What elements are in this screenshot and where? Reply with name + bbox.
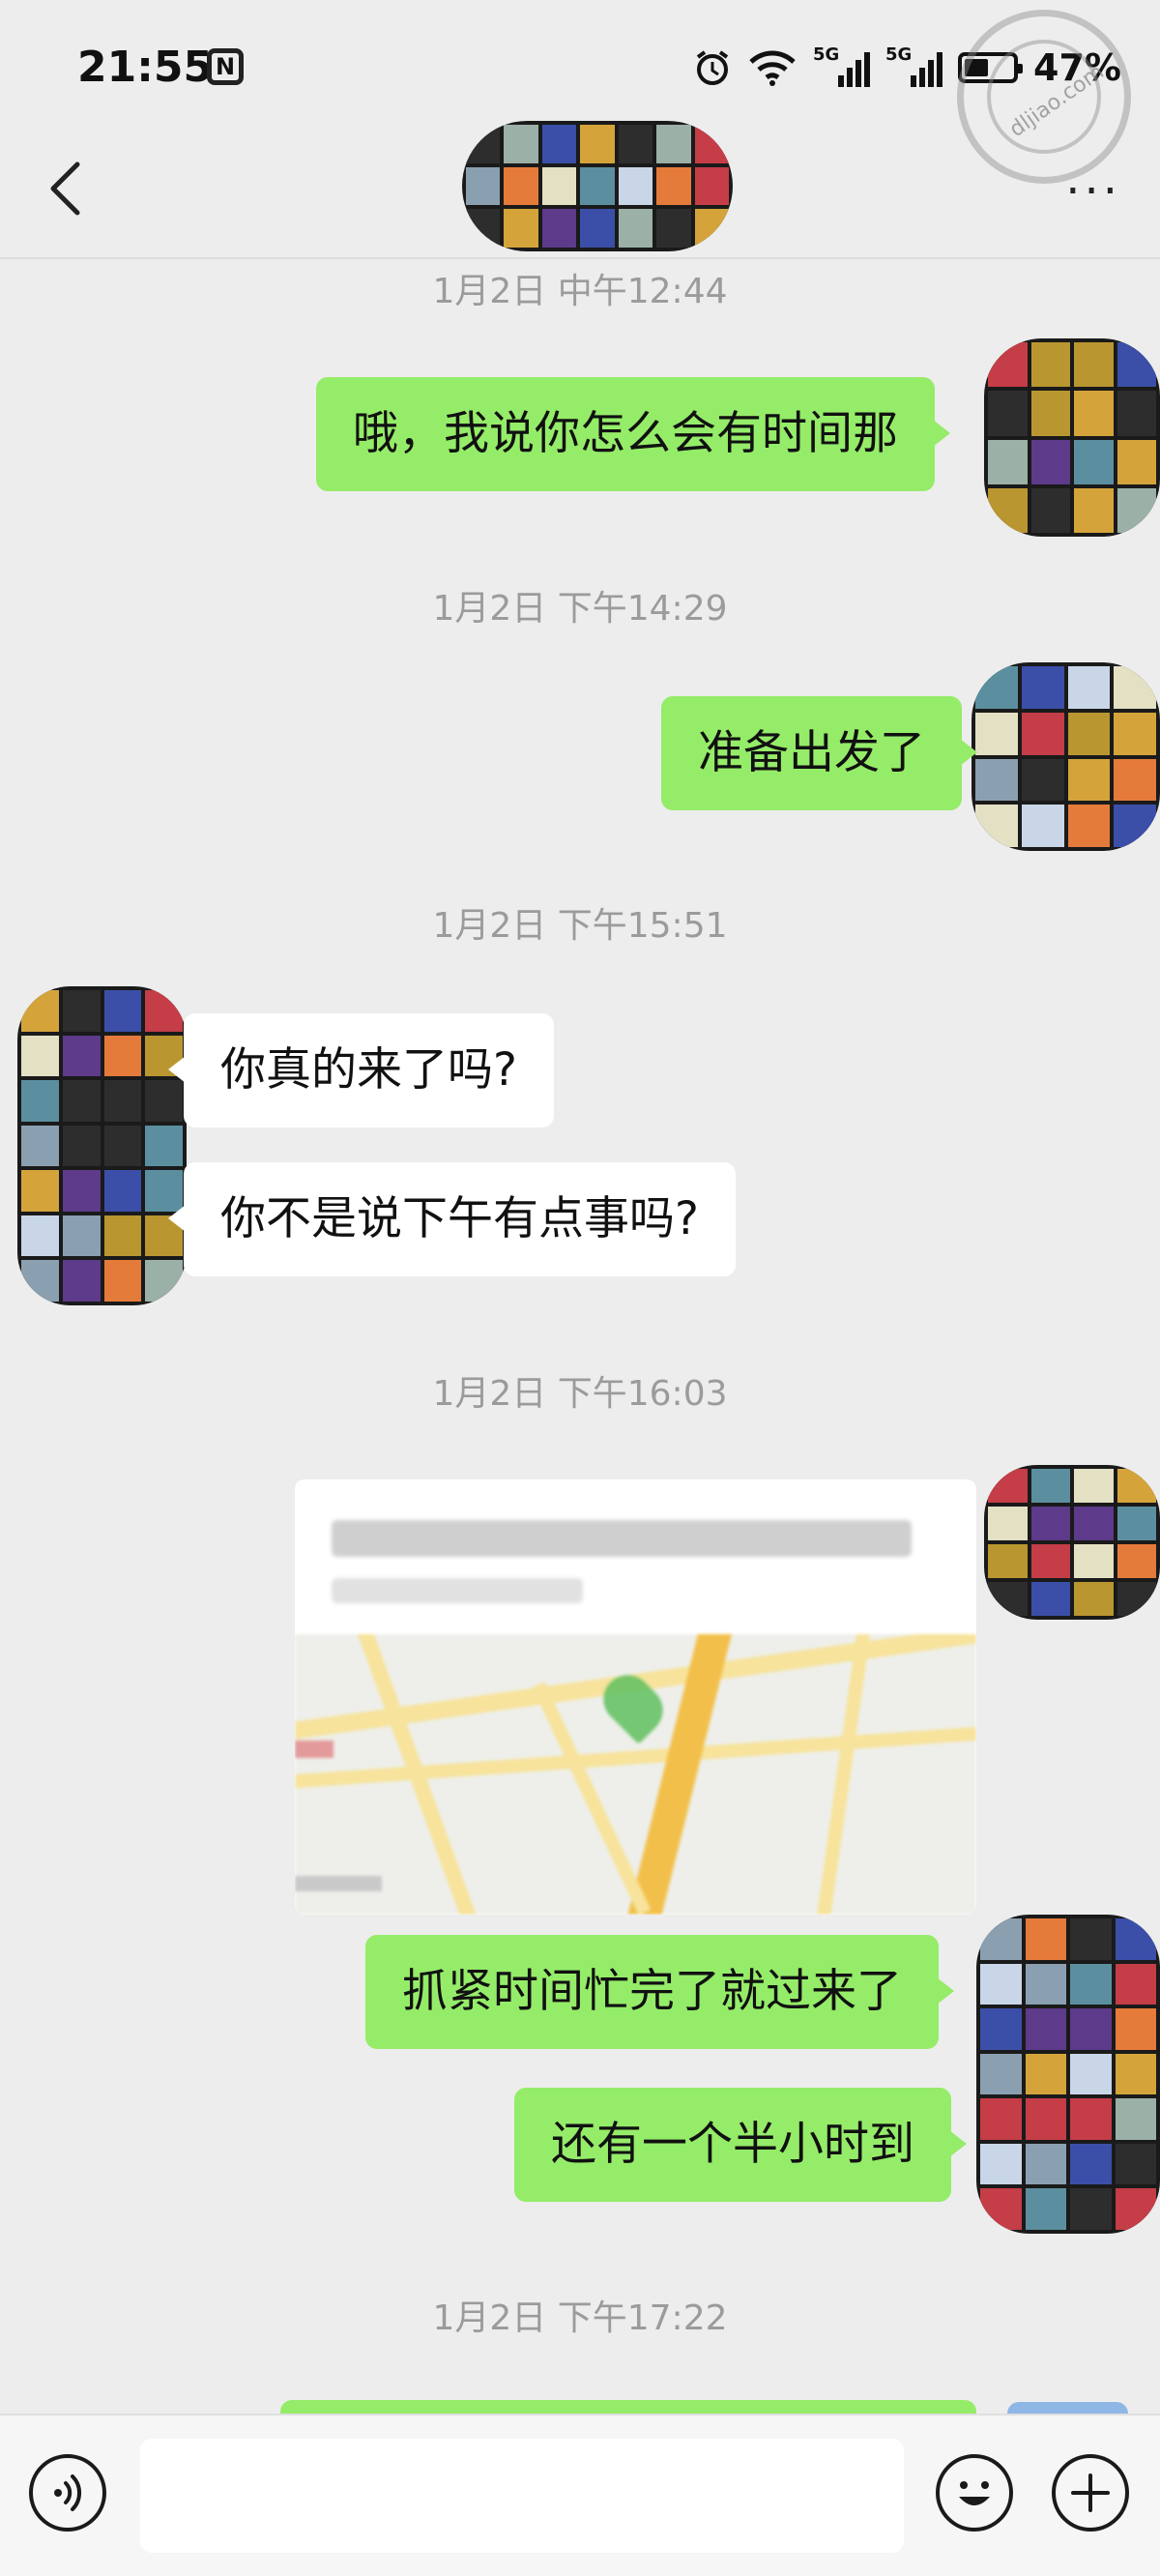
more-options-button[interactable]: ··· bbox=[1065, 164, 1121, 219]
status-time: 21:55 bbox=[77, 43, 214, 92]
message-bubble-received[interactable]: 你不是说下午有点事吗? bbox=[168, 1162, 736, 1276]
my-avatar[interactable] bbox=[976, 1915, 1160, 2234]
alarm-icon bbox=[696, 50, 729, 85]
signal-icon-1: 5G bbox=[813, 44, 871, 87]
emoji-button[interactable] bbox=[936, 2454, 1013, 2532]
timestamp: 1月2日 下午14:29 bbox=[432, 589, 728, 629]
message-bubble-received[interactable]: 你真的来了吗? bbox=[168, 1013, 554, 1127]
voice-icon bbox=[54, 2474, 82, 2511]
message-bubble-sent[interactable]: 哦，我说你怎么会有时间那 bbox=[316, 377, 950, 491]
timestamp: 1月2日 下午17:22 bbox=[432, 2298, 728, 2338]
timestamp: 1月2日 下午16:03 bbox=[432, 1374, 728, 1414]
message-bubble-sent-partial[interactable] bbox=[280, 2400, 976, 2414]
nav-divider bbox=[0, 257, 1160, 259]
plus-icon bbox=[1071, 2474, 1110, 2512]
mosaic-redaction bbox=[462, 121, 733, 251]
nfc-icon: N bbox=[207, 48, 244, 85]
emoji-icon bbox=[959, 2481, 990, 2505]
message-bubble-sent[interactable]: 还有一个半小时到 bbox=[514, 2088, 967, 2202]
my-avatar-partial[interactable] bbox=[1007, 2402, 1128, 2414]
location-card[interactable] bbox=[295, 1479, 976, 1915]
contact-avatar[interactable] bbox=[17, 986, 187, 1305]
my-avatar[interactable] bbox=[984, 1465, 1160, 1620]
timestamp: 1月2日 下午15:51 bbox=[432, 906, 728, 946]
message-bubble-sent[interactable]: 抓紧时间忙完了就过来了 bbox=[365, 1935, 954, 2049]
timestamp: 1月2日 中午12:44 bbox=[432, 272, 728, 311]
voice-input-button[interactable] bbox=[29, 2454, 106, 2532]
message-input[interactable] bbox=[140, 2439, 904, 2553]
more-functions-button[interactable] bbox=[1052, 2454, 1129, 2532]
wifi-icon bbox=[749, 50, 796, 86]
my-avatar[interactable] bbox=[972, 662, 1160, 851]
network-tag-2: 5G bbox=[885, 44, 913, 65]
my-avatar[interactable] bbox=[984, 338, 1160, 537]
watermark-seal: dljiao.com bbox=[957, 10, 1131, 184]
blurred-location-address bbox=[332, 1578, 583, 1603]
message-bubble-sent[interactable]: 准备出发了 bbox=[661, 696, 977, 810]
signal-icon-2: 5G bbox=[885, 44, 943, 87]
back-chevron-icon[interactable] bbox=[39, 155, 97, 222]
chat-title-redacted bbox=[462, 121, 733, 251]
network-tag-1: 5G bbox=[813, 44, 840, 65]
blurred-location-title bbox=[332, 1520, 912, 1557]
map-preview bbox=[295, 1634, 976, 1915]
